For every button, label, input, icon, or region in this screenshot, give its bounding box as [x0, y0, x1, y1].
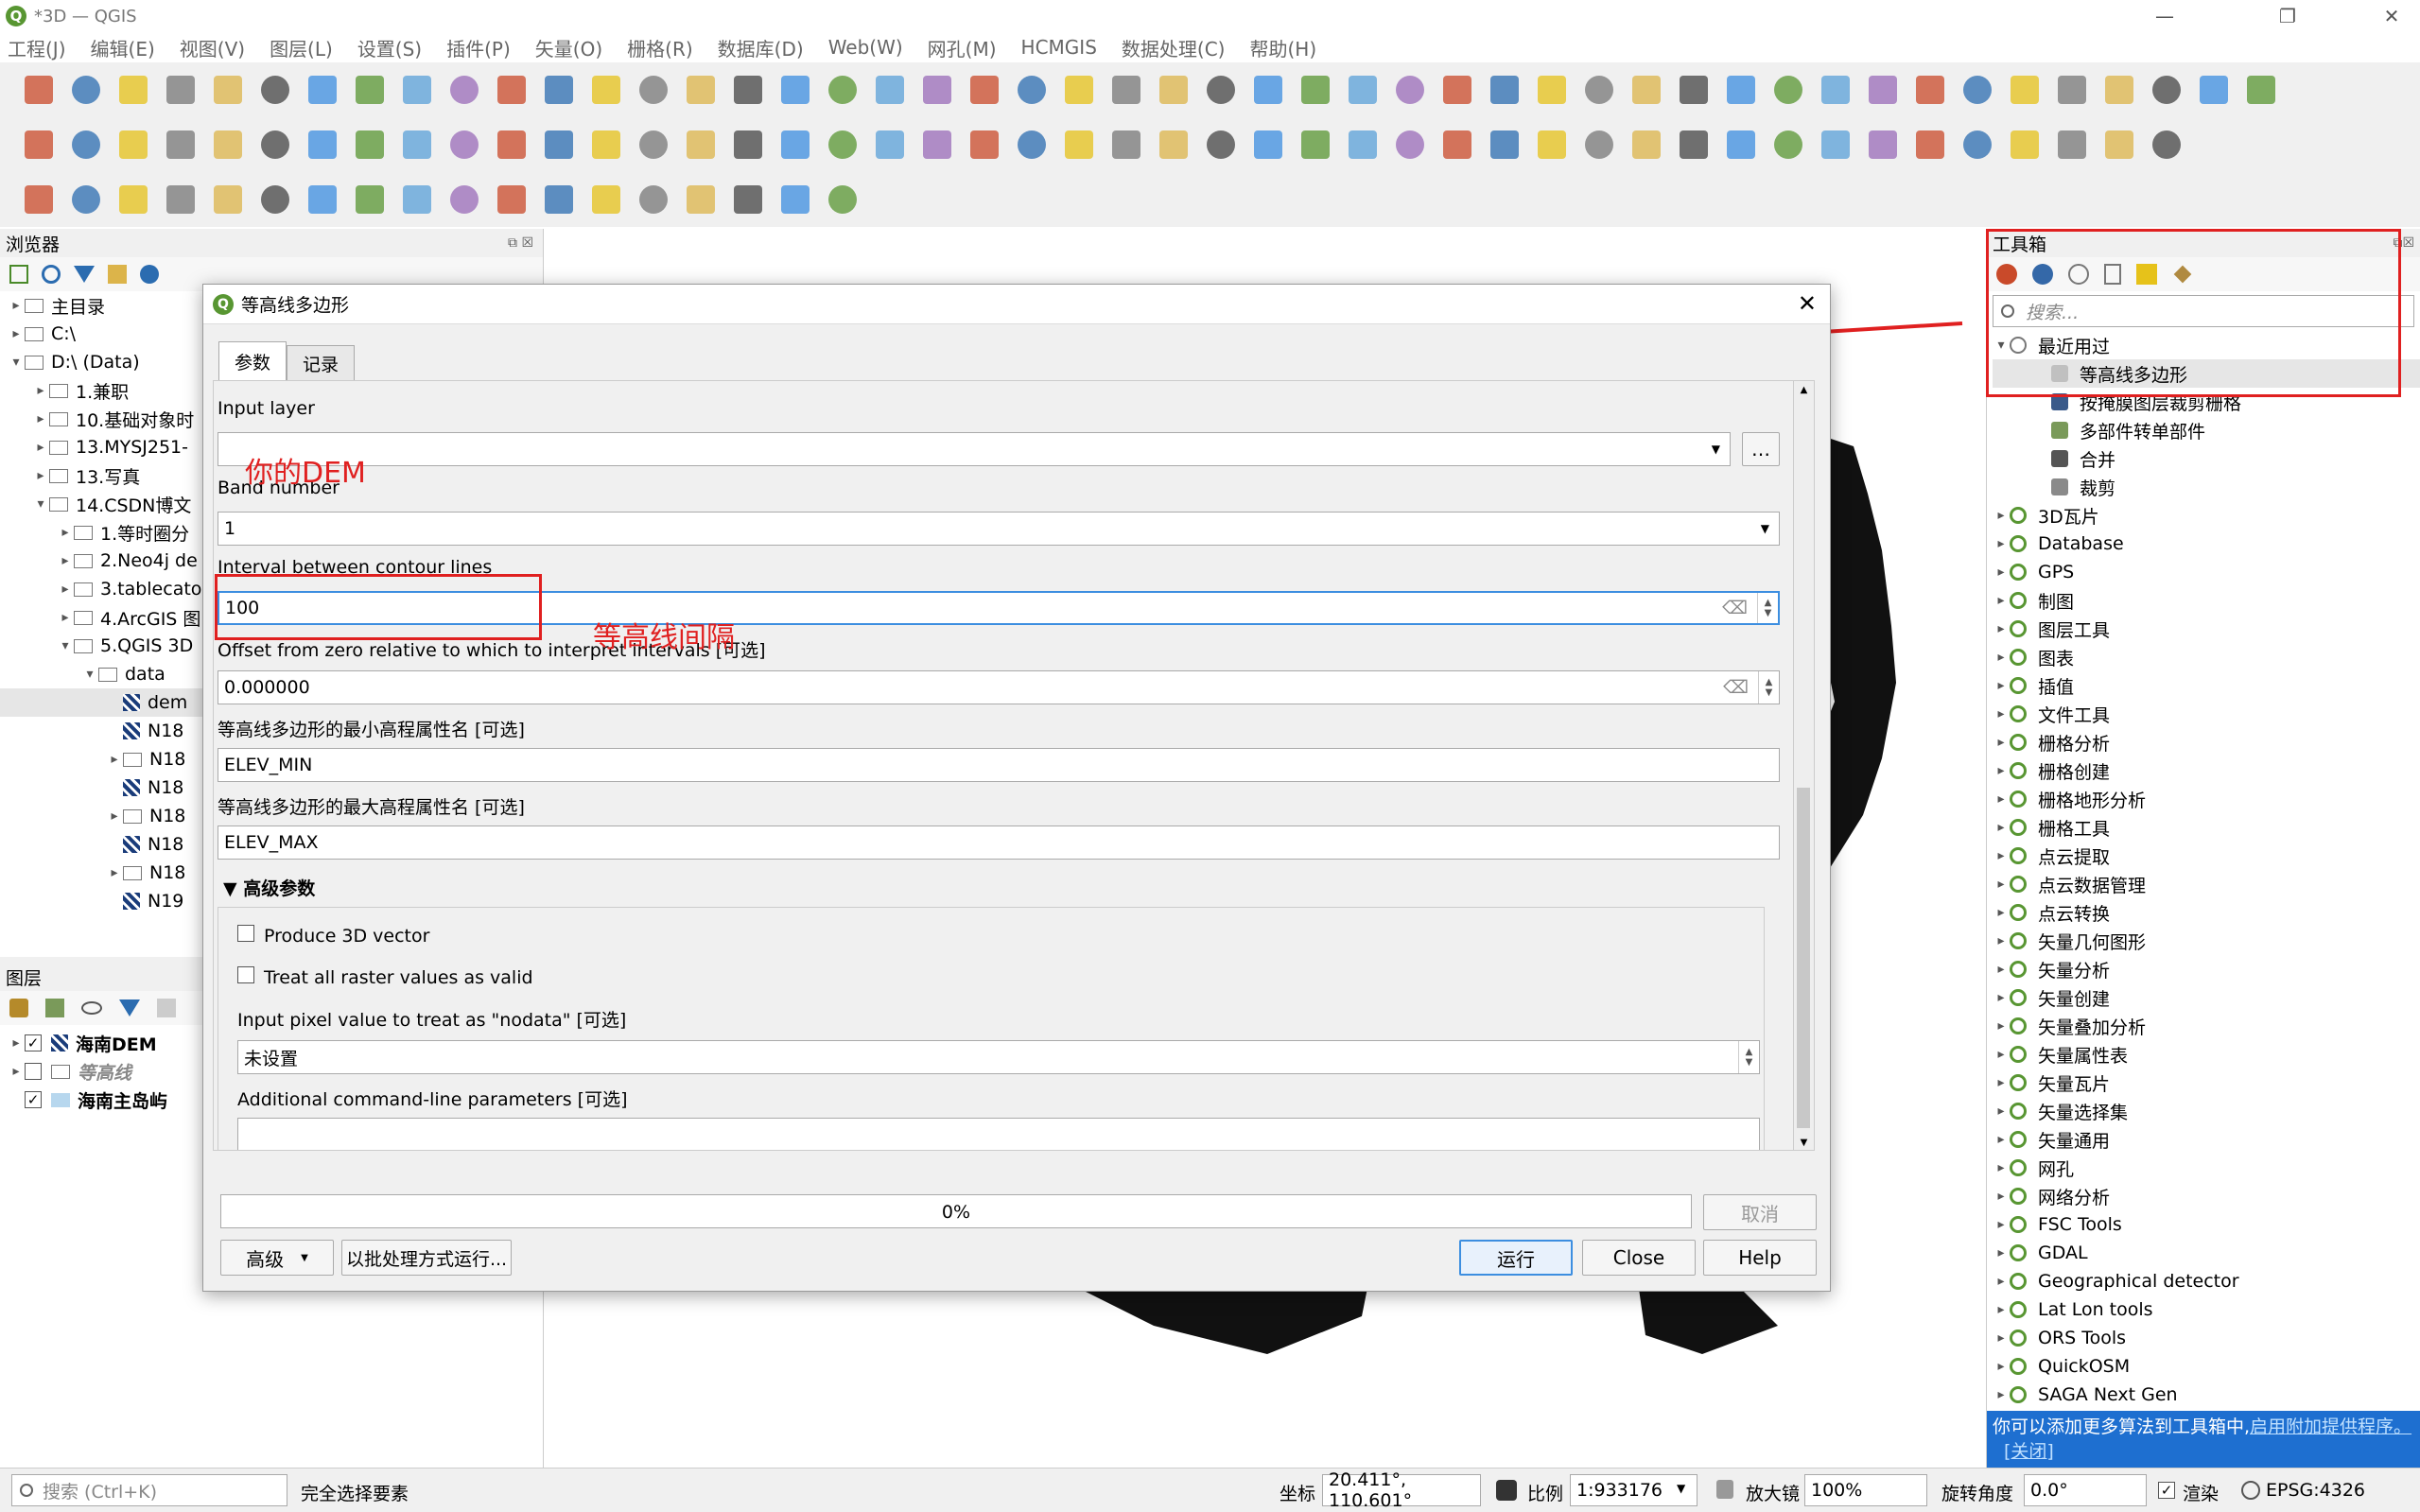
clear-icon[interactable]: ⌫	[1722, 598, 1748, 618]
interval-annotation: 等高线间隔	[593, 621, 735, 654]
crs-globe-icon[interactable]	[2241, 1481, 2260, 1500]
band-dropdown-icon: ▼	[1760, 522, 1769, 535]
max-attr-label: 等高线多边形的最大高程属性名 [可选]	[218, 797, 525, 818]
dialog-close-icon[interactable]: ✕	[1798, 290, 1817, 317]
status-message: 完全选择要素	[301, 1484, 409, 1504]
locator-search-icon	[20, 1484, 33, 1497]
nodata-label: Input pixel value to treat as "nodata" […	[237, 1010, 627, 1031]
advanced-button[interactable]: 高级 ▼	[220, 1240, 334, 1276]
scale-dropdown-icon[interactable]: ▼	[1677, 1482, 1685, 1495]
cancel-button[interactable]: 取消	[1703, 1194, 1817, 1230]
input-layer-label: Input layer	[218, 398, 315, 419]
band-select[interactable]: 1 ▼	[218, 512, 1780, 546]
magnifier-field[interactable]: 100%	[1804, 1474, 1927, 1506]
locator-input[interactable]: 搜索 (Ctrl+K)	[43, 1478, 157, 1503]
rotation-label: 旋转角度	[1941, 1484, 2014, 1504]
coord-label: 坐标	[1280, 1484, 1316, 1504]
max-attr-input[interactable]: ELEV_MAX	[218, 826, 1780, 860]
progress-text: 0%	[941, 1202, 971, 1223]
render-label: 渲染	[2183, 1484, 2220, 1504]
crs-label[interactable]: EPSG:4326	[2266, 1480, 2365, 1501]
advanced-section-label: 高级参数	[243, 878, 316, 899]
contour-polygon-dialog: Q 等高线多边形 ✕ 参数 记录 Input layer ▼ … Band nu…	[202, 284, 1831, 1292]
progress-bar: 0%	[220, 1194, 1692, 1228]
offset-clear-icon[interactable]: ⌫	[1723, 677, 1749, 698]
help-button[interactable]: Help	[1703, 1240, 1817, 1276]
offset-value: 0.000000	[224, 677, 310, 698]
advanced-group: Produce 3D vector Treat all raster value…	[218, 907, 1765, 1150]
advanced-button-label: 高级	[246, 1247, 285, 1271]
batch-button[interactable]: 以批处理方式运行...	[341, 1240, 512, 1276]
treat-all-label: Treat all raster values as valid	[264, 967, 533, 988]
extra-params-input[interactable]	[237, 1118, 1760, 1150]
extents-icon[interactable]	[1496, 1480, 1517, 1501]
rotation-field[interactable]: 0.0°	[2024, 1474, 2147, 1506]
close-button[interactable]: Close	[1582, 1240, 1696, 1276]
coord-field[interactable]: 20.411°, 110.601°	[1322, 1469, 1481, 1511]
produce3d-checkbox[interactable]	[237, 925, 254, 942]
nodata-value: 未设置	[244, 1048, 299, 1069]
browse-button[interactable]: …	[1742, 432, 1780, 466]
treat-all-checkbox[interactable]	[237, 966, 254, 983]
offset-spinner[interactable]: ▲ ▼	[1758, 671, 1779, 704]
nodata-spinner[interactable]: ▲ ▼	[1738, 1041, 1759, 1073]
dropdown-icon: ▼	[1711, 443, 1720, 456]
nodata-input[interactable]: 未设置 ▲ ▼	[237, 1040, 1760, 1074]
advanced-dropdown-icon: ▼	[301, 1252, 308, 1263]
input-layer-select[interactable]: ▼	[218, 432, 1731, 466]
run-button[interactable]: 运行	[1459, 1240, 1573, 1276]
min-attr-label: 等高线多边形的最小高程属性名 [可选]	[218, 720, 525, 740]
scrollbar-thumb[interactable]	[1797, 788, 1810, 1128]
interval-spinner[interactable]: ▲ ▼	[1757, 593, 1778, 623]
interval-highlight-box	[215, 574, 542, 640]
offset-input[interactable]: 0.000000 ⌫ ▲ ▼	[218, 670, 1780, 704]
render-checkbox[interactable]: ✓	[2158, 1482, 2175, 1499]
advanced-section-toggle[interactable]: ▼ 高级参数	[223, 875, 315, 900]
dem-annotation: 你的DEM	[245, 457, 366, 490]
tab-log[interactable]: 记录	[287, 345, 355, 381]
parameters-panel: Input layer ▼ … Band number 1 ▼ Interval …	[213, 380, 1815, 1151]
dialog-title: 等高线多边形	[241, 295, 350, 316]
status-bar: 搜索 (Ctrl+K) 完全选择要素 坐标 20.411°, 110.601° …	[0, 1468, 2420, 1512]
magnifier-label: 放大镜	[1746, 1484, 1801, 1504]
lock-icon[interactable]	[1716, 1480, 1733, 1499]
scale-label: 比例	[1527, 1484, 1564, 1504]
dialog-scrollbar[interactable]: ▲ ▼	[1793, 381, 1814, 1150]
dialog-qgis-icon: Q	[213, 293, 234, 315]
produce3d-label: Produce 3D vector	[264, 926, 430, 947]
band-value: 1	[224, 518, 236, 539]
tab-parameters[interactable]: 参数	[218, 341, 287, 381]
extra-params-label: Additional command-line parameters [可选]	[237, 1089, 628, 1110]
min-attr-input[interactable]: ELEV_MIN	[218, 748, 1780, 782]
